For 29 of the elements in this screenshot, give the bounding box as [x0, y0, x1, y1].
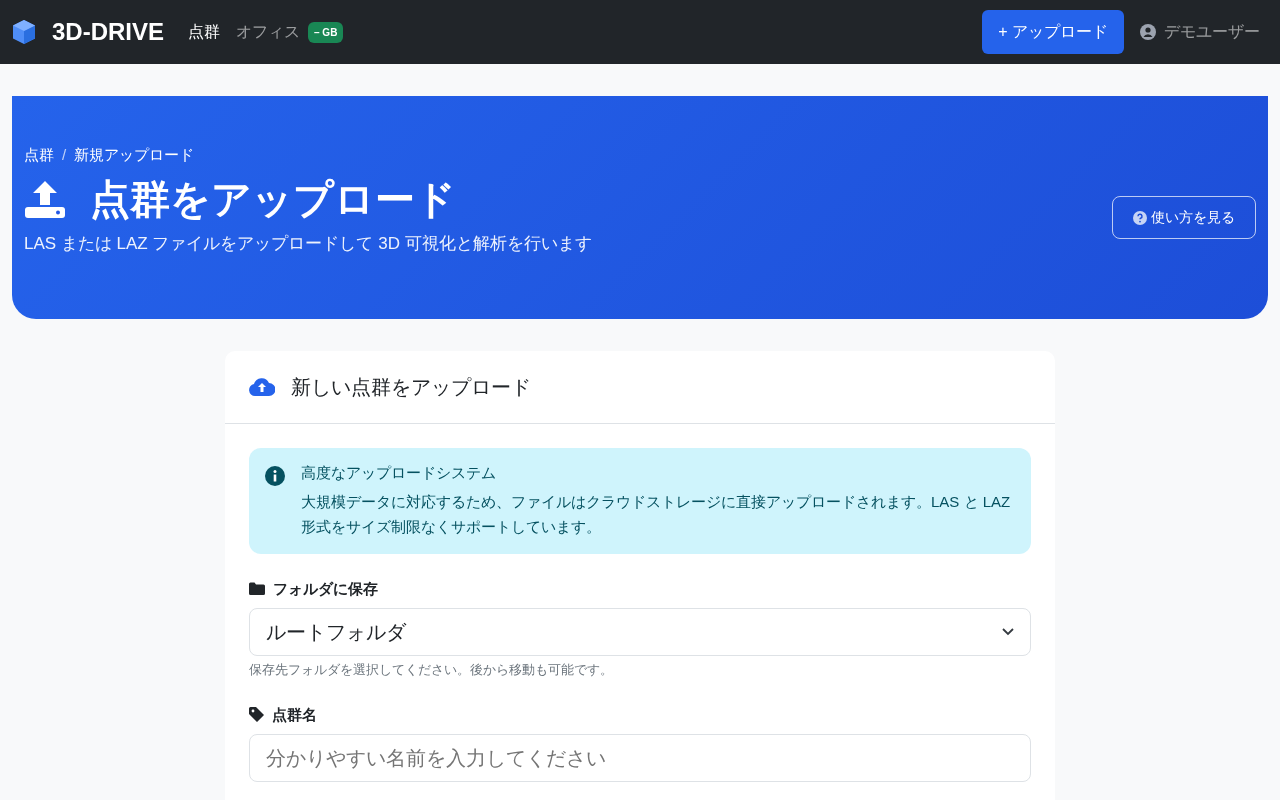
nav-link[interactable]: オフィス	[236, 20, 301, 44]
tag-icon	[249, 707, 264, 723]
name-input[interactable]: 分かりやすい名前を入力してください	[249, 734, 1031, 782]
folder-select[interactable]: ルートフォルダ	[249, 608, 1031, 656]
cloud-upload-icon	[249, 378, 275, 396]
card-title: 新しい点群をアップロード	[291, 375, 531, 400]
breadcrumb-item[interactable]: 点群	[24, 144, 54, 167]
chevron-down-icon	[1002, 628, 1014, 636]
nav-link[interactable]: 点群	[188, 20, 221, 44]
brand-name[interactable]: 3D-DRIVE	[52, 14, 165, 50]
breadcrumb-item: 新規アップロード	[74, 145, 195, 165]
user-menu[interactable]: デモユーザー	[1164, 20, 1260, 44]
cube-icon	[12, 19, 36, 45]
page-title: 点群をアップロード	[90, 175, 456, 223]
alert-heading: 高度なアップロードシステム	[301, 463, 497, 483]
page-subtitle: LAS または LAZ ファイルをアップロードして 3D 可視化と解析を行います	[24, 232, 592, 255]
upload-button[interactable]: + アップロード	[982, 10, 1124, 54]
field-label: フォルダに保存	[273, 578, 378, 599]
field-label: 点群名	[272, 704, 317, 725]
storage-badge: – GB	[308, 21, 344, 43]
folder-icon	[249, 582, 265, 596]
info-icon	[265, 466, 285, 486]
help-text: 保存先フォルダを選択してください。後から移動も可能です。	[249, 661, 614, 679]
help-icon	[1133, 210, 1147, 225]
alert-text: 大規模データに対応するため、ファイルはクラウドストレージに直接アップロードされます。LAS と LAZ 形式をサイズ制限なくサポートしています。	[301, 491, 1012, 537]
upload-icon	[24, 178, 66, 219]
user-icon	[1140, 24, 1156, 40]
help-button[interactable]: 使い方を見る	[1112, 196, 1256, 239]
breadcrumb-separator: /	[62, 145, 67, 165]
